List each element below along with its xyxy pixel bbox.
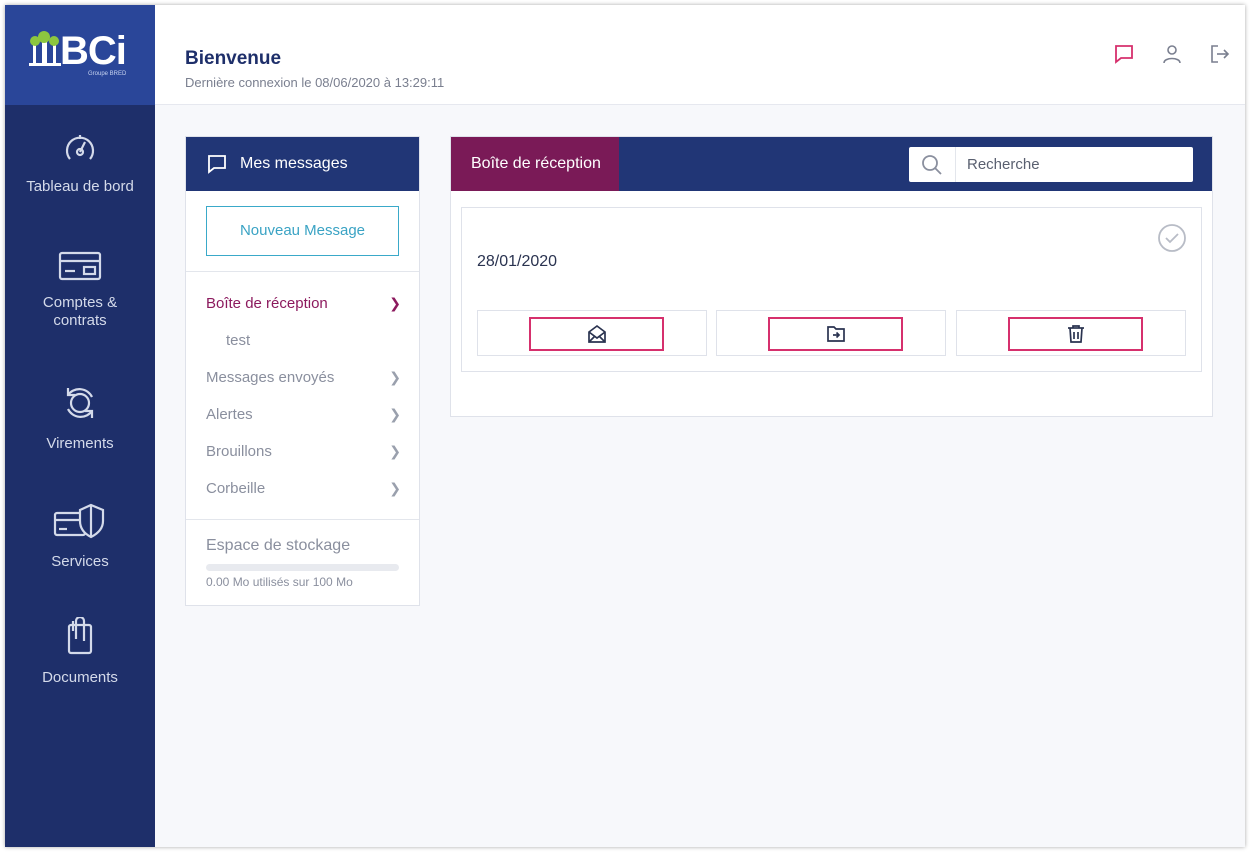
shield-card-icon bbox=[53, 503, 105, 539]
chat-icon bbox=[208, 155, 226, 174]
inbox-header: Boîte de réception bbox=[451, 137, 1212, 191]
chat-icon[interactable] bbox=[1113, 43, 1135, 65]
folder-label: Alertes bbox=[206, 405, 253, 423]
sidebar-item-label: Tableau de bord bbox=[26, 178, 134, 195]
sidebar-item-label: Comptes & contrats bbox=[42, 294, 118, 329]
folder-drafts[interactable]: Brouillons ❯ bbox=[206, 440, 401, 462]
trash-icon bbox=[1067, 325, 1084, 343]
sidebar-item-transfers[interactable]: Virements bbox=[5, 383, 155, 453]
search-icon[interactable] bbox=[909, 147, 956, 182]
inbox-panel: Boîte de réception 28/01/2020 bbox=[450, 136, 1213, 417]
tree-logo-icon bbox=[29, 31, 61, 66]
storage-progress-bar bbox=[206, 564, 399, 571]
sidebar-item-dashboard[interactable]: Tableau de bord bbox=[5, 130, 155, 196]
card-icon bbox=[58, 251, 102, 281]
dashboard-gauge-icon bbox=[65, 135, 95, 160]
brand-logo[interactable]: BCi Groupe BRED bbox=[5, 5, 155, 105]
sidebar-item-documents[interactable]: Documents bbox=[5, 617, 155, 687]
messages-panel: Mes messages Nouveau Message Boîte de ré… bbox=[185, 136, 420, 606]
folder-trash[interactable]: Corbeille ❯ bbox=[206, 477, 401, 499]
logo-subtitle: Groupe BRED bbox=[88, 71, 127, 77]
highlight-box bbox=[529, 317, 664, 351]
logo-text: BCi bbox=[60, 29, 127, 73]
folder-label: Corbeille bbox=[206, 479, 266, 497]
tab-inbox[interactable]: Boîte de réception bbox=[451, 137, 619, 191]
user-icon[interactable] bbox=[1161, 43, 1183, 65]
move-to-folder-button[interactable] bbox=[716, 310, 946, 356]
folder-inbox[interactable]: Boîte de réception ❯ bbox=[206, 292, 401, 314]
move-to-folder-icon bbox=[826, 326, 845, 342]
sidebar-item-services[interactable]: Services bbox=[5, 501, 155, 571]
subfolder-test[interactable]: test bbox=[226, 332, 250, 349]
divider bbox=[186, 271, 419, 272]
new-message-button[interactable]: Nouveau Message bbox=[206, 206, 399, 256]
transfer-cycle-icon bbox=[66, 388, 94, 418]
chevron-right-icon: ❯ bbox=[389, 405, 401, 422]
storage-usage-text: 0.00 Mo utilisés sur 100 Mo bbox=[206, 575, 353, 589]
chevron-right-icon: ❯ bbox=[389, 294, 401, 311]
messages-panel-title: Mes messages bbox=[240, 155, 348, 172]
sidebar-item-accounts[interactable]: Comptes & contrats bbox=[5, 250, 155, 330]
divider bbox=[186, 519, 419, 520]
folder-alerts[interactable]: Alertes ❯ bbox=[206, 403, 401, 425]
sidebar-item-label: Services bbox=[51, 553, 109, 570]
message-item[interactable]: 28/01/2020 bbox=[461, 207, 1202, 372]
messages-panel-header: Mes messages bbox=[186, 137, 419, 191]
sidebar-item-label: Documents bbox=[42, 669, 118, 686]
folder-label: Brouillons bbox=[206, 442, 272, 460]
mark-read-button[interactable] bbox=[477, 310, 707, 356]
folder-label: Messages envoyés bbox=[206, 368, 335, 386]
folder-sent[interactable]: Messages envoyés ❯ bbox=[206, 366, 401, 388]
chevron-right-icon: ❯ bbox=[389, 442, 401, 459]
last-login-text: Dernière connexion le 08/06/2020 à 13:29… bbox=[185, 75, 445, 90]
header: Bienvenue Dernière connexion le 08/06/20… bbox=[155, 5, 1245, 105]
mark-read-envelope-icon bbox=[587, 324, 606, 343]
chevron-right-icon: ❯ bbox=[389, 479, 401, 496]
app-window: BCi Groupe BRED Tableau de bord Comptes … bbox=[5, 5, 1245, 847]
search-input[interactable] bbox=[956, 148, 1186, 181]
delete-button[interactable] bbox=[956, 310, 1186, 356]
highlight-box bbox=[768, 317, 903, 351]
sidebar-item-label: Virements bbox=[46, 435, 114, 452]
folder-label: Boîte de réception bbox=[206, 294, 328, 312]
logout-icon[interactable] bbox=[1209, 43, 1231, 65]
sidebar: BCi Groupe BRED Tableau de bord Comptes … bbox=[5, 5, 155, 847]
chevron-right-icon: ❯ bbox=[389, 368, 401, 385]
check-circle-icon[interactable] bbox=[1157, 223, 1187, 253]
message-date: 28/01/2020 bbox=[477, 253, 558, 270]
search-box bbox=[909, 147, 1193, 182]
clipboard-icon bbox=[67, 617, 93, 655]
page-title: Bienvenue bbox=[185, 48, 282, 69]
storage-label: Espace de stockage bbox=[206, 537, 351, 554]
highlight-box bbox=[1008, 317, 1143, 351]
